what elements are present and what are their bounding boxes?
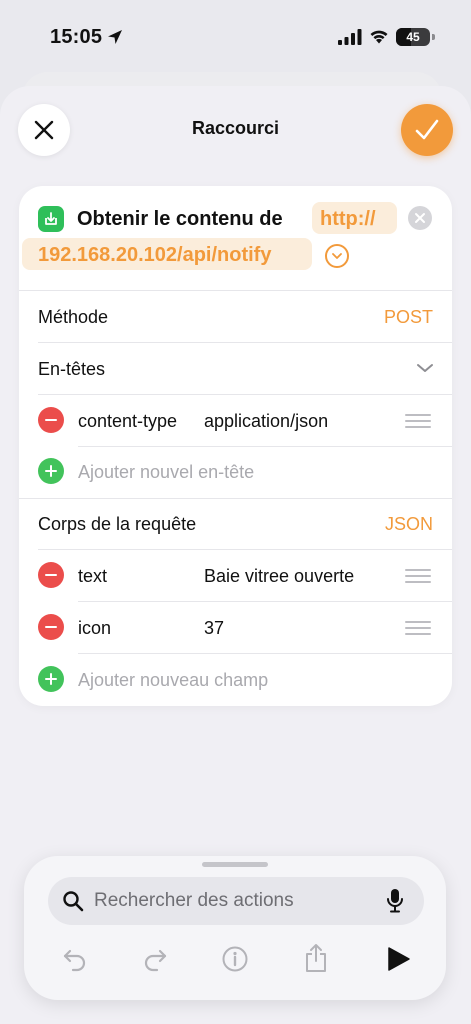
request-body-label: Corps de la requête — [38, 514, 197, 534]
delete-field-button[interactable] — [38, 562, 64, 588]
divider — [78, 446, 452, 447]
cellular-signal-icon — [338, 29, 362, 45]
search-icon — [63, 891, 84, 912]
chevron-down-icon[interactable] — [416, 362, 434, 374]
delete-header-button[interactable] — [38, 407, 64, 433]
divider — [38, 342, 452, 343]
sheet-grabber[interactable] — [202, 862, 268, 867]
info-icon[interactable] — [221, 945, 249, 973]
chevron-down-icon — [332, 253, 342, 259]
request-body-type[interactable]: JSON — [330, 512, 433, 536]
reorder-handle[interactable] — [405, 414, 431, 428]
search-input-placeholder[interactable]: Rechercher des actions — [94, 889, 294, 913]
divider — [78, 601, 452, 602]
header-value[interactable]: application/json — [204, 409, 328, 433]
wifi-icon — [370, 30, 388, 44]
header-key[interactable]: content-type — [78, 409, 177, 433]
delete-field-button[interactable] — [38, 614, 64, 640]
status-bar: 15:05 45 — [0, 0, 471, 72]
status-time: 15:05 — [50, 26, 103, 48]
divider — [38, 549, 452, 550]
redo-icon[interactable] — [141, 945, 169, 973]
divider — [38, 394, 452, 395]
action-title: Obtenir le contenu de — [77, 208, 283, 230]
divider — [78, 653, 452, 654]
done-button[interactable] — [401, 104, 453, 156]
method-label: Méthode — [38, 307, 109, 327]
headers-label[interactable]: En-têtes — [38, 357, 105, 381]
url-text-host[interactable]: 192.168.20.102/api/notify — [38, 242, 271, 268]
divider — [19, 498, 452, 499]
action-icon — [38, 206, 64, 232]
battery-tip — [432, 34, 435, 40]
add-field-button[interactable] — [38, 666, 64, 692]
divider — [19, 290, 452, 291]
close-icon — [415, 213, 425, 223]
share-icon[interactable] — [302, 942, 330, 974]
add-header-placeholder[interactable]: Ajouter nouvel en-tête — [78, 460, 254, 484]
expand-action-button[interactable] — [325, 244, 349, 268]
field-key[interactable]: icon — [78, 616, 111, 640]
remove-action-button[interactable] — [408, 206, 432, 230]
field-key[interactable]: text — [78, 564, 107, 588]
add-field-placeholder[interactable]: Ajouter nouveau champ — [78, 668, 268, 692]
reorder-handle[interactable] — [405, 621, 431, 635]
url-text-scheme[interactable]: http:// — [320, 206, 376, 232]
add-header-button[interactable] — [38, 458, 64, 484]
download-icon — [45, 212, 57, 225]
location-arrow-icon — [108, 30, 122, 44]
method-value[interactable]: POST — [330, 305, 433, 329]
battery-level: 45 — [406, 30, 420, 44]
undo-icon[interactable] — [61, 945, 89, 973]
field-value[interactable]: 37 — [204, 616, 224, 640]
field-value[interactable]: Baie vitree ouverte — [204, 564, 354, 588]
checkmark-icon — [415, 119, 439, 140]
play-icon[interactable] — [384, 945, 412, 973]
reorder-handle[interactable] — [405, 569, 431, 583]
battery-icon: 45 — [396, 28, 430, 46]
microphone-icon[interactable] — [386, 888, 404, 914]
